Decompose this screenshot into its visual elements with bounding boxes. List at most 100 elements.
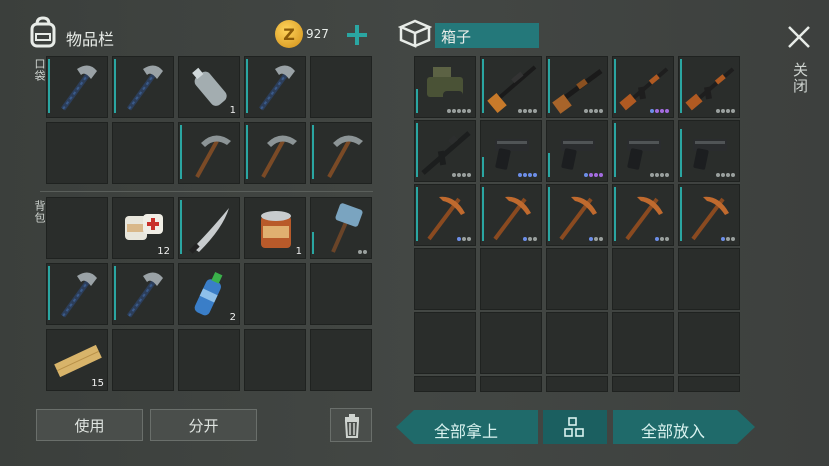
backpack-slot[interactable] — [310, 197, 372, 259]
durability-bar — [180, 200, 182, 254]
chest-slot[interactable] — [678, 120, 740, 182]
hatchet-icon — [60, 65, 97, 111]
durability-bar — [482, 187, 484, 241]
chest-slot[interactable] — [546, 56, 608, 118]
chest-icon — [398, 18, 432, 48]
backpack-slot[interactable] — [244, 263, 306, 325]
backpack-slot[interactable] — [178, 197, 240, 259]
chest-slot[interactable] — [480, 184, 542, 246]
item-count: 2 — [229, 312, 236, 323]
pocket-slot[interactable] — [310, 122, 372, 184]
chest-slot[interactable] — [612, 312, 674, 374]
backpack-slot[interactable]: 12 — [112, 197, 174, 259]
chest-slot[interactable] — [546, 120, 608, 182]
chest-slot[interactable] — [480, 120, 542, 182]
backpack-slot[interactable]: 2 — [178, 263, 240, 325]
durability-bar — [482, 59, 484, 113]
chest-slot[interactable] — [612, 56, 674, 118]
backpack-slot[interactable] — [112, 329, 174, 391]
quality-dots — [452, 173, 471, 177]
use-button[interactable]: 使用 — [36, 409, 143, 441]
put-all-button[interactable]: 全部放入 — [613, 410, 755, 444]
chest-slot[interactable] — [414, 248, 476, 310]
quality-dots — [584, 109, 603, 113]
chest-slot[interactable] — [612, 184, 674, 246]
add-currency-button[interactable] — [344, 22, 370, 48]
chest-slot[interactable] — [414, 376, 476, 392]
trash-icon — [344, 414, 360, 438]
chest-slot[interactable] — [480, 376, 542, 392]
durability-bar — [114, 266, 116, 320]
chest-slot[interactable] — [546, 312, 608, 374]
item-count: 15 — [91, 378, 104, 389]
backpack-slot[interactable] — [310, 329, 372, 391]
durability-bar — [416, 89, 418, 113]
chest-slot[interactable] — [480, 248, 542, 310]
backpack-slot[interactable]: 1 — [244, 197, 306, 259]
sort-button[interactable] — [543, 410, 607, 444]
chest-slot[interactable] — [678, 56, 740, 118]
pocket-slot[interactable] — [112, 122, 174, 184]
quality-dots — [518, 109, 537, 113]
pickaxe-icon — [261, 135, 297, 178]
chest-slot[interactable] — [612, 376, 674, 392]
machete-icon — [189, 208, 229, 254]
durability-bar — [680, 59, 682, 113]
hatchet-icon — [60, 272, 97, 318]
chest-slot[interactable] — [480, 312, 542, 374]
chest-slot[interactable] — [612, 248, 674, 310]
backpack-icon — [28, 16, 58, 48]
chest-slot[interactable] — [612, 120, 674, 182]
chest-slot[interactable] — [414, 120, 476, 182]
pocket-slot[interactable] — [46, 122, 108, 184]
durability-bar — [548, 187, 550, 241]
backpack-slot[interactable]: 15 — [46, 329, 108, 391]
currency-amount: 927 — [306, 27, 329, 41]
pocket-slot[interactable] — [310, 56, 372, 118]
backpack-slot[interactable] — [244, 329, 306, 391]
backpack-slot[interactable] — [46, 197, 108, 259]
pocket-slot[interactable] — [244, 56, 306, 118]
durability-bar — [246, 59, 248, 113]
durability-bar — [48, 59, 50, 113]
close-button[interactable] — [786, 24, 812, 50]
pocket-slot[interactable] — [112, 56, 174, 118]
backpack-slot[interactable] — [178, 329, 240, 391]
chest-slot[interactable] — [678, 184, 740, 246]
backpack-slot[interactable] — [310, 263, 372, 325]
quality-dots — [721, 237, 735, 241]
chest-slot[interactable] — [678, 248, 740, 310]
chest-slot[interactable] — [414, 312, 476, 374]
durability-bar — [114, 59, 116, 113]
quality-dots — [518, 173, 537, 177]
chest-slot[interactable] — [678, 312, 740, 374]
chest-slot[interactable] — [546, 376, 608, 392]
pocket-label: 口袋 — [33, 58, 46, 82]
durability-bar — [180, 125, 182, 179]
durability-bar — [482, 157, 484, 177]
pocket-slot[interactable] — [178, 122, 240, 184]
backpack-label: 背包 — [33, 200, 46, 224]
hatchet-icon — [126, 272, 163, 318]
chest-slot[interactable] — [546, 248, 608, 310]
take-all-button[interactable]: 全部拿上 — [396, 410, 538, 444]
quality-dots — [358, 250, 367, 254]
trash-button[interactable] — [330, 408, 372, 442]
backpack-slot[interactable] — [46, 263, 108, 325]
pocket-slot[interactable] — [244, 122, 306, 184]
chest-slot[interactable] — [546, 184, 608, 246]
chest-slot[interactable] — [480, 56, 542, 118]
split-button[interactable]: 分开 — [150, 409, 257, 441]
durability-bar — [246, 125, 248, 179]
close-label[interactable]: 关闭 — [790, 62, 811, 94]
pocket-slot[interactable] — [46, 56, 108, 118]
pickaxe-icon — [327, 135, 363, 178]
pickaxe-icon — [195, 135, 231, 178]
backpack-slot[interactable] — [112, 263, 174, 325]
chest-slot[interactable] — [414, 56, 476, 118]
chest-slot[interactable] — [414, 184, 476, 246]
chest-title-bar: 箱子 — [435, 23, 539, 48]
quality-dots — [589, 237, 603, 241]
pocket-slot[interactable]: 1 — [178, 56, 240, 118]
chest-slot[interactable] — [678, 376, 740, 392]
